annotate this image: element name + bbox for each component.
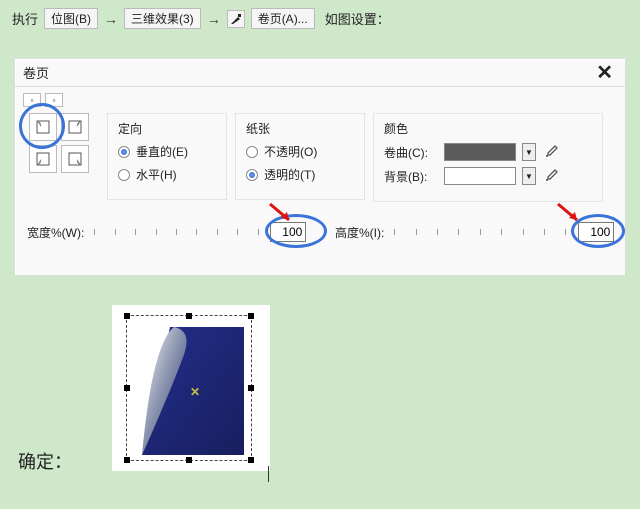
group-paper: 纸张 不透明(O) 透明的(T) xyxy=(235,113,365,200)
corner-bottom-left[interactable] xyxy=(29,145,57,173)
menu-bitmap[interactable]: 位图(B) xyxy=(44,8,98,29)
curl-color-label: 卷曲(C): xyxy=(384,144,438,161)
corner-bottom-right[interactable] xyxy=(61,145,89,173)
curl-color-dropdown[interactable]: ▼ xyxy=(522,143,536,161)
radio-opaque[interactable]: 不透明(O) xyxy=(246,143,354,160)
width-value-input[interactable] xyxy=(270,222,306,242)
group-title-paper: 纸张 xyxy=(246,120,354,137)
height-value-input[interactable] xyxy=(578,222,614,242)
group-color: 颜色 卷曲(C): ▼ 背景(B): ▼ xyxy=(373,113,603,202)
bg-color-swatch[interactable] xyxy=(444,167,516,185)
curled-page-icon xyxy=(112,305,270,471)
radio-dot-icon xyxy=(118,169,130,181)
arrow-icon: → xyxy=(104,11,118,27)
close-icon[interactable]: ✕ xyxy=(592,60,617,85)
group-title-orientation: 定向 xyxy=(118,120,216,137)
radio-label: 透明的(T) xyxy=(264,166,315,183)
radio-dot-icon xyxy=(118,146,130,158)
bg-color-dropdown[interactable]: ▼ xyxy=(522,167,536,185)
height-slider-track[interactable] xyxy=(394,225,572,239)
after-text: 如图设置： xyxy=(325,9,390,28)
bg-color-label: 背景(B): xyxy=(384,168,438,185)
height-slider-label: 高度%(I): xyxy=(335,224,384,241)
corner-top-left[interactable] xyxy=(29,113,57,141)
width-slider-label: 宽度%(W): xyxy=(27,224,84,241)
text-cursor-icon xyxy=(268,466,269,482)
group-orientation: 定向 垂直的(E) 水平(H) xyxy=(107,113,227,200)
corner-picker xyxy=(29,113,99,177)
radio-label: 水平(H) xyxy=(136,166,177,183)
radio-dot-icon xyxy=(246,169,258,181)
confirm-label: 确定： xyxy=(18,448,72,474)
radio-label: 垂直的(E) xyxy=(136,143,188,160)
menu-3d-effect[interactable]: 三维效果(3) xyxy=(124,8,201,29)
group-title-color: 颜色 xyxy=(384,120,592,137)
pagecurl-icon xyxy=(227,10,245,28)
radio-transparent[interactable]: 透明的(T) xyxy=(246,166,354,183)
menu-pagecurl[interactable]: 卷页(A)... xyxy=(251,8,315,29)
dialog-titlebar: 卷页 ✕ xyxy=(15,59,625,87)
curl-color-swatch[interactable] xyxy=(444,143,516,161)
radio-label: 不透明(O) xyxy=(264,143,317,160)
width-slider-track[interactable] xyxy=(94,225,264,239)
radio-vertical[interactable]: 垂直的(E) xyxy=(118,143,216,160)
result-preview: ✕ xyxy=(112,305,270,471)
eyedropper-icon[interactable] xyxy=(542,167,560,185)
red-arrow-icon xyxy=(267,202,295,224)
top-instruction: 执行 位图(B) → 三维效果(3) → 卷页(A)... 如图设置： xyxy=(0,0,640,37)
exec-text: 执行 xyxy=(12,9,38,28)
dialog-title: 卷页 xyxy=(23,63,592,82)
red-arrow-icon xyxy=(555,202,583,224)
collapse-button[interactable]: ▫ xyxy=(23,93,41,107)
pagecurl-dialog: 卷页 ✕ ▫ ▫ xyxy=(14,58,626,276)
radio-dot-icon xyxy=(246,146,258,158)
eyedropper-icon[interactable] xyxy=(542,143,560,161)
arrow-icon: → xyxy=(207,11,221,27)
expand-button[interactable]: ▫ xyxy=(45,93,63,107)
radio-horizontal[interactable]: 水平(H) xyxy=(118,166,216,183)
corner-top-right[interactable] xyxy=(61,113,89,141)
